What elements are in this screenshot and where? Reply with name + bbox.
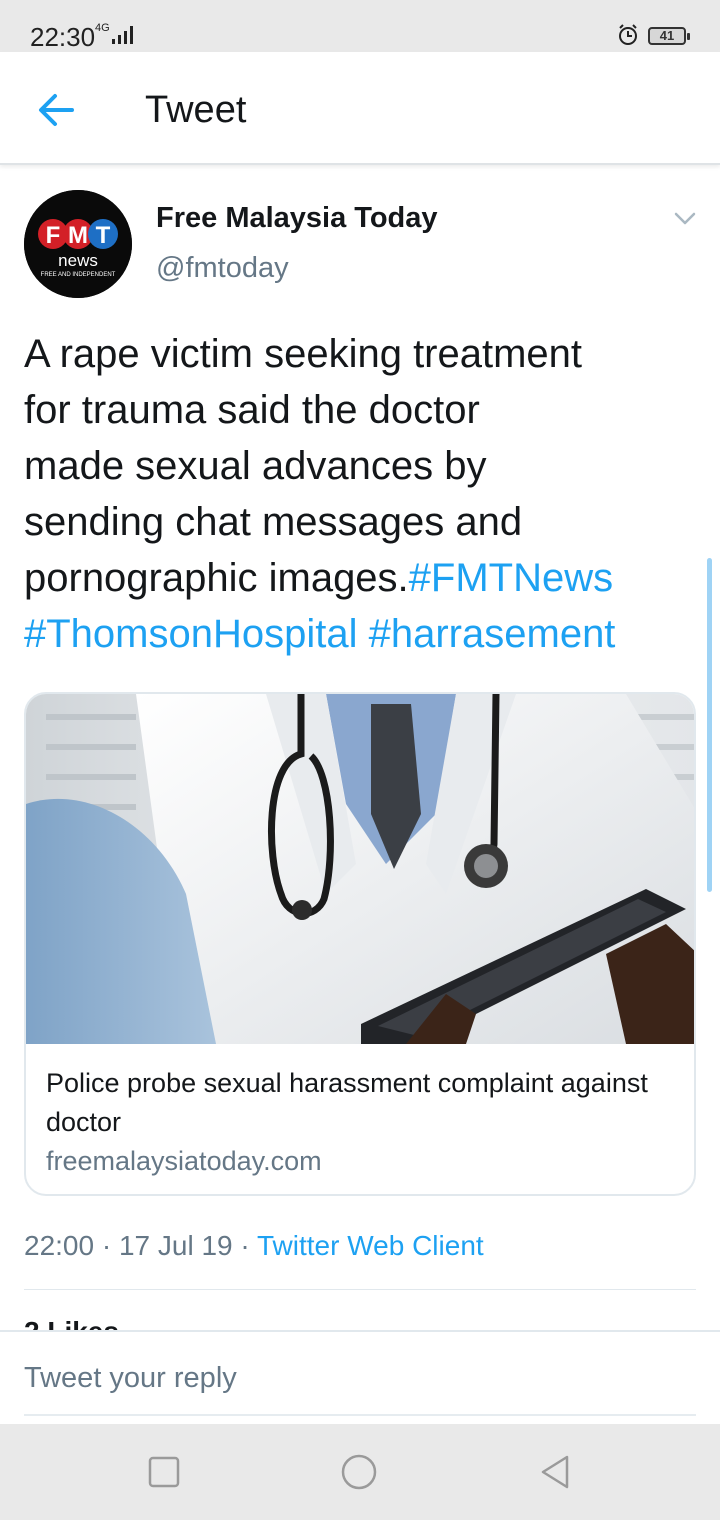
alarm-icon [619,24,637,45]
tweet-date: 17 Jul 19 [118,1230,233,1261]
signal-icon [112,26,133,44]
author-name[interactable]: Free Malaysia Today [156,202,438,235]
app-header: Tweet [0,52,720,165]
logo-tagline: FREE AND INDEPENDENT [41,272,116,278]
fmt-logo: F M T news FREE AND INDEPENDENT [24,190,132,298]
divider [24,1289,696,1290]
logo-letter-m: M [68,222,88,249]
logo-letter-t: T [96,222,111,249]
card-title: Police probe sexual harassment complaint… [46,1068,648,1137]
link-card[interactable]: Police probe sexual harassment complaint… [24,692,696,1196]
tweet-text-line: #ThomsonHospital #harrasement [24,606,704,662]
tweet-text-line: made sexual advances by [24,444,487,488]
reply-input[interactable]: Tweet your reply [24,1362,237,1395]
tweet-text-line: for trauma said the doctor [24,388,480,432]
tweet-text-line: pornographic images.#FMTNews [24,550,704,606]
meta-separator: · [232,1230,257,1261]
logo-word: news [58,251,98,270]
chevron-down-icon[interactable] [672,206,698,232]
scrollbar[interactable] [707,558,712,892]
card-domain: freemalaysiatoday.com [46,1146,322,1176]
tweet-text-line: A rape victim seeking treatment [24,332,583,376]
back-icon[interactable] [537,1454,573,1490]
tweet-text-line: sending chat messages and [24,500,523,544]
author-handle[interactable]: @fmtoday [156,252,289,285]
status-time: 22:30 [30,22,96,52]
status-bar: 22:30 4G 41 [0,0,720,52]
recent-apps-icon[interactable] [146,1454,182,1490]
tweet-text-segment: pornographic images. [24,556,409,600]
system-nav-bar [0,1424,720,1520]
page-title: Tweet [145,89,247,131]
card-image [26,694,694,1044]
hashtag-link[interactable]: #harrasement [369,612,616,656]
tweet-time: 22:00 [24,1230,95,1261]
tweet-text: A rape victim seeking treatment for trau… [24,326,704,662]
logo-letter-f: F [46,222,61,249]
network-type: 4G [95,22,110,34]
reply-bar: Tweet your reply [0,1330,720,1424]
avatar[interactable]: F M T news FREE AND INDEPENDENT [24,190,132,298]
client-link[interactable]: Twitter Web Client [257,1230,484,1261]
home-icon[interactable] [341,1454,377,1490]
battery-indicator: 41 [648,27,690,45]
back-arrow-icon[interactable] [28,82,84,138]
hashtag-link[interactable]: #ThomsonHospital [24,612,358,656]
tweet-meta: 22:00 · 17 Jul 19 · Twitter Web Client [24,1230,484,1262]
meta-separator: · [94,1230,119,1261]
reply-underline [24,1414,696,1416]
hashtag-link[interactable]: #FMTNews [409,556,613,600]
likes-count[interactable]: 2 Likes [24,1318,119,1330]
